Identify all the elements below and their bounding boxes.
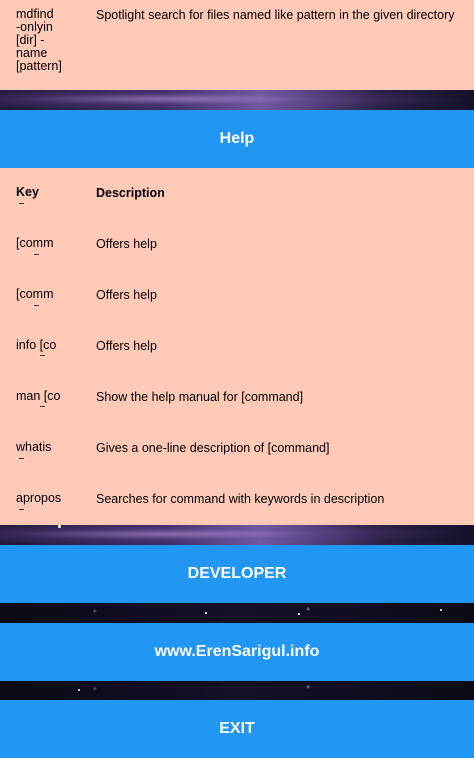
row-description: Offers help <box>96 288 157 302</box>
row-key: man [co <box>16 390 61 403</box>
row-description: Offers help <box>96 237 157 251</box>
row-key: [comm <box>16 288 54 301</box>
help-header-label: Help <box>219 130 255 147</box>
column-header-key: Key <box>16 186 39 199</box>
website-link-button[interactable]: www.ErenSarigul.info <box>0 623 474 681</box>
row-key: info [co <box>16 339 57 352</box>
background-strip <box>0 90 474 110</box>
exit-button[interactable]: EXIT <box>0 700 474 758</box>
table-row: mdfind -onlyin [dir] - name [pattern] Sp… <box>0 8 474 88</box>
background-strip <box>0 525 474 545</box>
row-description: Searches for command with keywords in de… <box>96 492 385 506</box>
row-description: Offers help <box>96 339 157 353</box>
row-key: whatis <box>16 441 52 454</box>
row-key: apropos <box>16 492 62 505</box>
exit-button-label: EXIT <box>219 720 255 737</box>
row-key: mdfind -onlyin [dir] - name [pattern] <box>16 8 62 73</box>
row-description: Gives a one-line description of [command… <box>96 441 330 455</box>
background-strip <box>0 681 474 700</box>
row-description: Show the help manual for [command] <box>96 390 304 404</box>
website-link-label: www.ErenSarigul.info <box>154 643 320 660</box>
developer-button[interactable]: DEVELOPER <box>0 545 474 603</box>
previous-section-panel: mdfind -onlyin [dir] - name [pattern] Sp… <box>0 0 474 90</box>
background-strip <box>0 603 474 623</box>
developer-button-label: DEVELOPER <box>187 565 287 582</box>
row-key: [comm <box>16 237 54 250</box>
column-header-description: Description <box>96 186 165 200</box>
help-header: Help <box>0 110 474 168</box>
help-table[interactable]: Key Description [comm Offers help [comm … <box>0 168 474 525</box>
row-description: Spotlight search for files named like pa… <box>96 8 455 22</box>
